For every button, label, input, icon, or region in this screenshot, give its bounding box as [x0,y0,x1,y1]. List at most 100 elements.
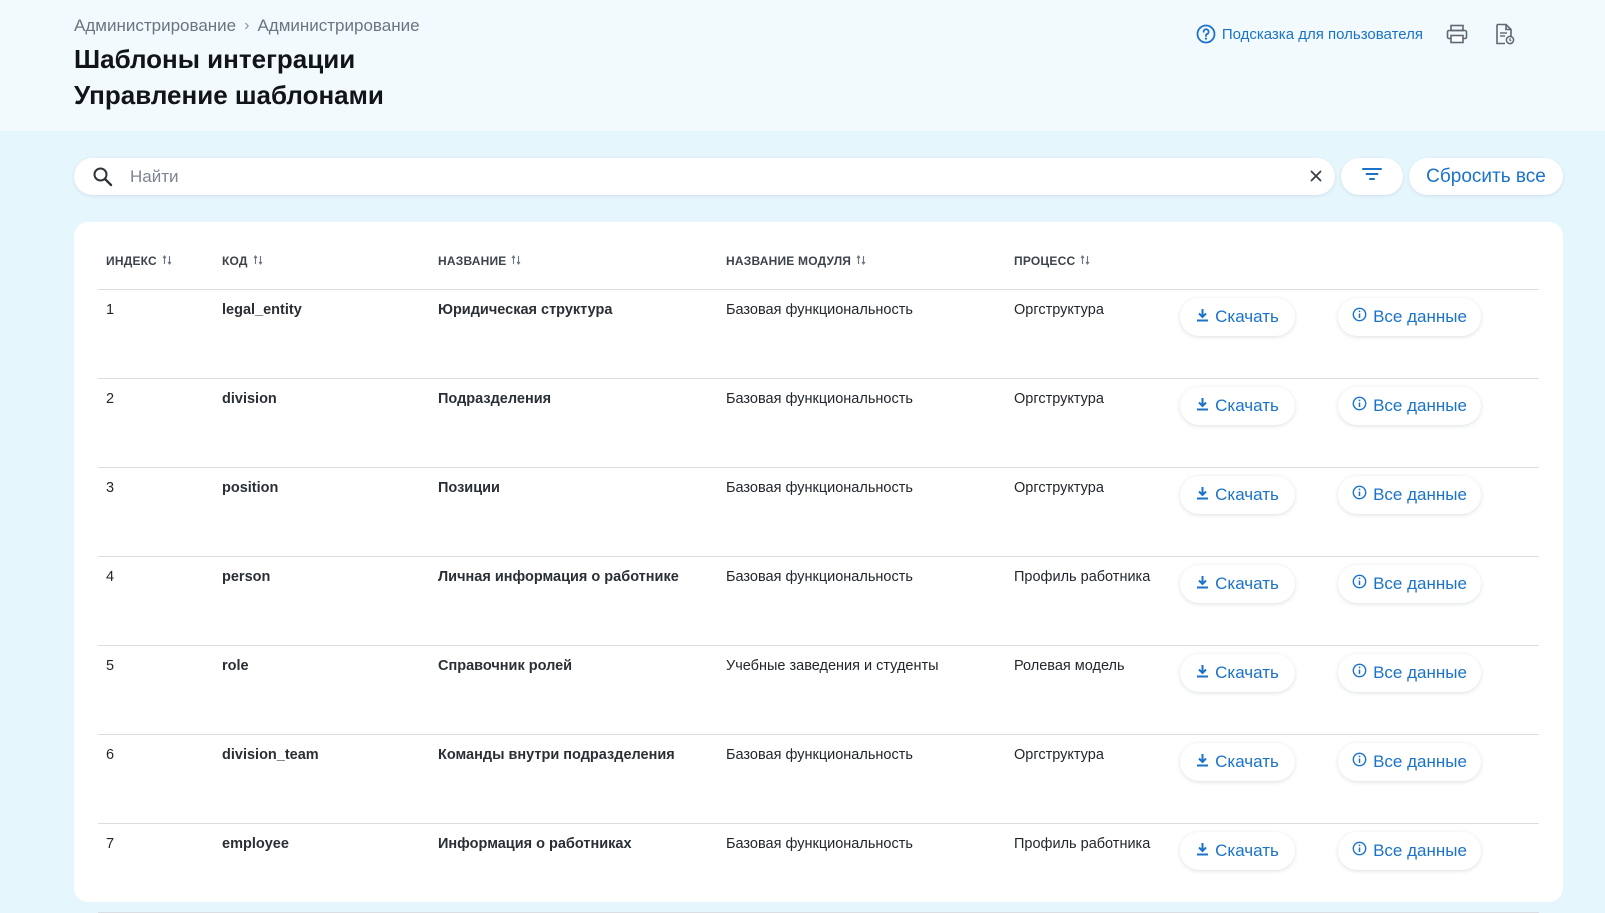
sort-icon [253,254,263,268]
page-header: Администрирование › Администрирование Ша… [0,0,1605,131]
reset-all-button[interactable]: Сбросить все [1409,158,1563,195]
page-title: Шаблоны интеграции [74,44,356,74]
info-circle-icon [1352,752,1367,772]
search-input[interactable] [130,158,1270,195]
cell-name: Личная информация о работнике [438,569,679,585]
download-label: Скачать [1215,752,1279,771]
column-header-module[interactable]: НАЗВАНИЕ МОДУЛЯ [726,254,866,268]
header-actions: Подсказка для пользователя [1196,20,1519,48]
column-header-label: НАЗВАНИЕ МОДУЛЯ [726,254,852,268]
column-header-name[interactable]: НАЗВАНИЕ [438,254,521,268]
all-data-button[interactable]: Все данные [1338,832,1481,870]
download-button[interactable]: Скачать [1180,743,1295,781]
cell-code: division_team [222,747,319,763]
column-header-label: ПРОЦЕСС [1014,254,1076,268]
table-row: 4 person Личная информация о работнике Б… [98,557,1539,646]
column-header-index[interactable]: ИНДЕКС [106,254,172,268]
cell-name: Команды внутри подразделения [438,747,675,763]
download-button[interactable]: Скачать [1180,832,1295,870]
sort-icon [856,254,866,268]
cell-process: Ролевая модель [1014,658,1125,674]
all-data-button[interactable]: Все данные [1338,743,1481,781]
cell-module: Базовая функциональность [726,836,913,852]
cell-process: Оргструктура [1014,302,1104,318]
download-label: Скачать [1215,841,1279,860]
info-circle-icon [1352,485,1367,505]
all-data-button[interactable]: Все данные [1338,387,1481,425]
table-row: 7 employee Информация о работниках Базов… [98,824,1539,913]
all-data-button[interactable]: Все данные [1338,565,1481,603]
cell-module: Базовая функциональность [726,747,913,763]
cell-name: Позиции [438,480,500,496]
download-arrow-icon [1196,396,1209,416]
cell-code: person [222,569,271,585]
filter-button[interactable] [1341,158,1403,195]
filter-lines-icon [1361,166,1383,187]
download-label: Скачать [1215,396,1279,415]
download-button[interactable]: Скачать [1180,654,1295,692]
cell-code: role [222,658,249,674]
cell-index: 4 [106,569,115,585]
cell-process: Оргструктура [1014,391,1104,407]
export-button[interactable] [1491,20,1519,48]
cell-module: Базовая функциональность [726,391,913,407]
column-header-process[interactable]: ПРОЦЕСС [1014,254,1090,268]
info-circle-icon [1352,841,1367,861]
cell-index: 3 [106,480,115,496]
question-circle-icon [1196,24,1216,44]
download-button[interactable]: Скачать [1180,298,1295,336]
download-arrow-icon [1196,574,1209,594]
print-button[interactable] [1443,20,1471,48]
close-icon[interactable] [1307,167,1325,190]
table-row: 2 division Подразделения Базовая функцио… [98,379,1539,468]
all-data-button[interactable]: Все данные [1338,298,1481,336]
info-circle-icon [1352,663,1367,683]
download-label: Скачать [1215,574,1279,593]
column-header-label: КОД [222,254,248,268]
column-header-label: НАЗВАНИЕ [438,254,507,268]
info-circle-icon [1352,307,1367,327]
all-data-button[interactable]: Все данные [1338,476,1481,514]
sort-icon [1080,254,1090,268]
page-subtitle: Управление шаблонами [74,80,384,110]
download-button[interactable]: Скачать [1180,476,1295,514]
table-header: ИНДЕКС КОД НАЗВАНИЕ НАЗВАНИЕ МОДУЛЯ ПРОЦ… [98,250,1539,290]
cell-code: legal_entity [222,302,302,318]
cell-index: 7 [106,836,115,852]
cell-name: Информация о работниках [438,836,632,852]
cell-name: Справочник ролей [438,658,573,674]
info-circle-icon [1352,396,1367,416]
breadcrumb: Администрирование › Администрирование [74,16,420,36]
download-label: Скачать [1215,485,1279,504]
breadcrumb-item-1[interactable]: Администрирование [74,16,236,36]
table-row: 6 division_team Команды внутри подраздел… [98,735,1539,824]
cell-process: Профиль работника [1014,569,1151,585]
cell-process: Профиль работника [1014,836,1151,852]
cell-module: Базовая функциональность [726,302,913,318]
all-data-button[interactable]: Все данные [1338,654,1481,692]
download-button[interactable]: Скачать [1180,565,1295,603]
download-button[interactable]: Скачать [1180,387,1295,425]
download-arrow-icon [1196,485,1209,505]
cell-index: 2 [106,391,115,407]
breadcrumb-item-2[interactable]: Администрирование [257,16,419,36]
download-label: Скачать [1215,663,1279,682]
templates-table-card: ИНДЕКС КОД НАЗВАНИЕ НАЗВАНИЕ МОДУЛЯ ПРОЦ… [74,222,1563,913]
cell-code: division [222,391,277,407]
cell-index: 6 [106,747,115,763]
all-data-label: Все данные [1373,841,1467,860]
download-arrow-icon [1196,841,1209,861]
printer-icon [1446,24,1468,44]
info-circle-icon [1352,574,1367,594]
download-label: Скачать [1215,307,1279,326]
cell-code: employee [222,836,289,852]
sort-icon [162,254,172,268]
help-link-label: Подсказка для пользователя [1221,25,1423,43]
cell-process: Оргструктура [1014,480,1104,496]
cell-process: Оргструктура [1014,747,1104,763]
column-header-code[interactable]: КОД [222,254,263,268]
help-link[interactable]: Подсказка для пользователя [1196,24,1423,44]
cell-module: Базовая функциональность [726,480,913,496]
column-header-label: ИНДЕКС [106,254,157,268]
magnifier-icon [92,166,113,192]
